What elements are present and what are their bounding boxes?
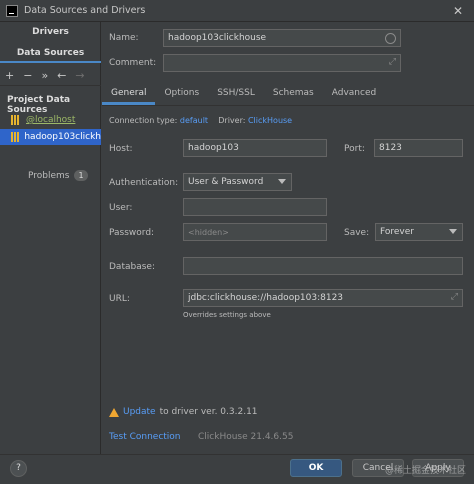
- add-icon[interactable]: +: [5, 69, 14, 82]
- password-label: Password:: [109, 228, 155, 238]
- settings-tabs: General Options SSH/SSL Schemas Advanced: [102, 84, 474, 106]
- problems-count-badge: 1: [74, 170, 88, 181]
- tab-data-sources[interactable]: Data Sources: [0, 43, 101, 63]
- chevron-down-icon: [449, 229, 457, 234]
- title-bar: Data Sources and Drivers ✕: [0, 0, 474, 22]
- data-source-label: hadoop103clickh: [24, 132, 101, 142]
- host-field[interactable]: hadoop103: [183, 139, 327, 157]
- driver-update-notice: Update to driver ver. 0.3.2.11: [109, 407, 258, 417]
- expand-icon[interactable]: ⤢: [451, 292, 458, 302]
- save-label: Save:: [344, 228, 370, 238]
- remove-icon[interactable]: −: [23, 69, 32, 82]
- problems-link[interactable]: Problems 1: [28, 170, 88, 181]
- data-source-item-selected[interactable]: hadoop103clickh: [0, 129, 101, 145]
- data-source-item[interactable]: @localhost: [0, 112, 101, 128]
- driver-label: Driver:: [218, 116, 246, 125]
- window-title: Data Sources and Drivers: [24, 5, 146, 16]
- right-pane: Name: hadoop103clickhouse Comment: ⤢ Gen…: [102, 22, 474, 454]
- comment-field[interactable]: ⤢: [163, 54, 401, 72]
- clickhouse-version: ClickHouse 21.4.6.55: [198, 432, 294, 442]
- host-value: hadoop103: [188, 143, 239, 153]
- left-pane: Drivers Data Sources + − » ← → Project D…: [0, 22, 101, 454]
- test-connection-link[interactable]: Test Connection: [109, 432, 181, 442]
- password-value: <hidden>: [188, 227, 229, 237]
- url-label: URL:: [109, 294, 130, 304]
- database-field[interactable]: [183, 257, 463, 275]
- save-select[interactable]: Forever: [375, 223, 463, 241]
- save-value: Forever: [380, 227, 414, 237]
- forward-arrow-icon[interactable]: →: [75, 69, 84, 82]
- help-button[interactable]: ?: [10, 460, 27, 477]
- database-icon: [11, 115, 21, 125]
- name-label: Name:: [109, 33, 139, 43]
- port-label: Port:: [344, 144, 365, 154]
- ok-button[interactable]: OK: [290, 459, 342, 477]
- driver-link[interactable]: ClickHouse: [248, 116, 292, 125]
- url-value: jdbc:clickhouse://hadoop103:8123: [188, 293, 344, 303]
- password-field[interactable]: <hidden>: [183, 223, 327, 241]
- close-icon[interactable]: ✕: [450, 3, 466, 19]
- warning-icon: [109, 407, 119, 417]
- left-toolbar: + − » ← →: [0, 66, 101, 86]
- database-label: Database:: [109, 262, 155, 272]
- connection-info: Connection type: default Driver: ClickHo…: [109, 116, 292, 125]
- name-value: hadoop103clickhouse: [168, 33, 267, 43]
- circle-icon[interactable]: [385, 33, 396, 44]
- problems-label: Problems: [28, 170, 70, 181]
- data-source-label: @localhost: [26, 115, 76, 125]
- database-icon: [11, 132, 19, 142]
- tab-drivers[interactable]: Drivers: [0, 22, 101, 42]
- footer-divider: [0, 454, 474, 455]
- tab-schemas[interactable]: Schemas: [264, 84, 323, 105]
- user-label: User:: [109, 203, 133, 213]
- expand-icon[interactable]: ⤢: [389, 57, 396, 67]
- comment-label: Comment:: [109, 58, 157, 68]
- connection-type-link[interactable]: default: [180, 116, 208, 125]
- chevron-down-icon: [278, 179, 286, 184]
- host-label: Host:: [109, 144, 133, 154]
- user-field[interactable]: [183, 198, 327, 216]
- tab-general[interactable]: General: [102, 84, 156, 105]
- update-text: to driver ver. 0.3.2.11: [159, 407, 258, 417]
- tab-advanced[interactable]: Advanced: [323, 84, 385, 105]
- url-field[interactable]: jdbc:clickhouse://hadoop103:8123 ⤢: [183, 289, 463, 307]
- update-link[interactable]: Update: [123, 407, 156, 417]
- authentication-label: Authentication:: [109, 178, 179, 188]
- authentication-select[interactable]: User & Password: [183, 173, 292, 191]
- connection-type-label: Connection type:: [109, 116, 178, 125]
- back-arrow-icon[interactable]: ←: [57, 69, 66, 82]
- tab-options[interactable]: Options: [155, 84, 208, 105]
- authentication-value: User & Password: [188, 177, 264, 187]
- url-hint: Overrides settings above: [183, 311, 271, 319]
- watermark: @稀土掘金技术社区: [384, 466, 466, 476]
- name-field[interactable]: hadoop103clickhouse: [163, 29, 401, 47]
- app-icon: [6, 4, 18, 17]
- more-icon[interactable]: »: [41, 69, 48, 82]
- tab-ssh-ssl[interactable]: SSH/SSL: [208, 84, 264, 105]
- port-field[interactable]: 8123: [374, 139, 463, 157]
- port-value: 8123: [379, 143, 402, 153]
